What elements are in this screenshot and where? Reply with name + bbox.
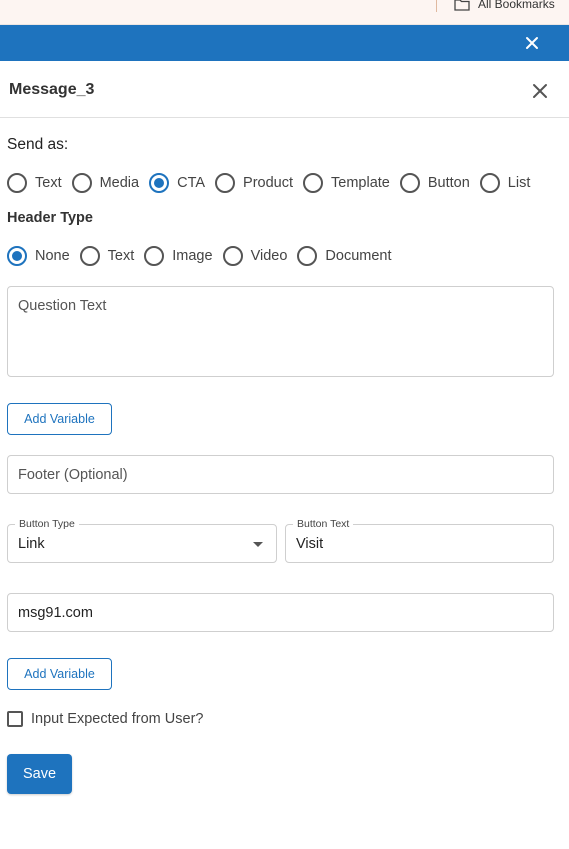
- header-type-option-image[interactable]: Image: [144, 246, 213, 266]
- header-type-radio-group: None Text Image Video Document: [7, 244, 402, 268]
- radio-icon[interactable]: [149, 173, 170, 193]
- radio-icon[interactable]: [79, 246, 100, 266]
- send-as-label: Send as:: [7, 136, 69, 153]
- radio-icon[interactable]: [215, 173, 236, 193]
- radio-icon[interactable]: [7, 173, 27, 193]
- close-icon[interactable]: [522, 33, 542, 53]
- url-value: msg91.com: [18, 604, 93, 621]
- send-as-option-label: Product: [243, 175, 294, 191]
- panel-close-icon[interactable]: [529, 80, 551, 102]
- chevron-down-icon: [253, 542, 263, 547]
- header-type-option-video[interactable]: Video: [222, 246, 288, 266]
- bookmarks-bar: All Bookmarks: [0, 0, 569, 25]
- radio-icon[interactable]: [71, 173, 92, 193]
- all-bookmarks-button[interactable]: All Bookmarks: [454, 0, 555, 12]
- radio-icon[interactable]: [7, 246, 27, 266]
- header-type-option-label: Document: [325, 248, 392, 264]
- button-type-select[interactable]: Button Type Link: [7, 518, 277, 563]
- header-type-option-none[interactable]: None: [7, 246, 70, 266]
- send-as-option-label: Template: [331, 175, 390, 191]
- header-type-option-label: Image: [172, 248, 213, 264]
- header-type-label: Header Type: [7, 210, 93, 226]
- header-type-option-document[interactable]: Document: [297, 246, 392, 266]
- add-variable-button[interactable]: Add Variable: [7, 403, 112, 435]
- header-type-option-label: Text: [107, 248, 135, 264]
- radio-icon[interactable]: [399, 173, 420, 193]
- panel-title: Message_3: [9, 81, 95, 98]
- bookmarks-separator: [436, 0, 437, 12]
- send-as-option-list[interactable]: List: [479, 173, 531, 193]
- button-type-value: Link: [18, 535, 45, 552]
- send-as-option-template[interactable]: Template: [303, 173, 390, 193]
- footer-field[interactable]: Footer (Optional): [7, 455, 554, 494]
- input-expected-checkbox[interactable]: [7, 711, 23, 727]
- send-as-option-label: CTA: [177, 175, 206, 191]
- send-as-option-cta[interactable]: CTA: [149, 173, 205, 193]
- save-button[interactable]: Save: [7, 754, 72, 794]
- header-type-option-text[interactable]: Text: [79, 246, 135, 266]
- send-as-option-button[interactable]: Button: [399, 173, 470, 193]
- radio-icon[interactable]: [479, 173, 500, 193]
- drawer-top-bar: [0, 25, 569, 61]
- input-expected-label: Input Expected from User?: [31, 711, 204, 727]
- send-as-radio-group: Text Media CTA Product Template Button List: [7, 171, 540, 195]
- all-bookmarks-label: All Bookmarks: [478, 0, 555, 11]
- add-variable-url-button[interactable]: Add Variable: [7, 658, 112, 690]
- radio-icon[interactable]: [297, 246, 318, 266]
- radio-icon[interactable]: [144, 246, 165, 266]
- header-type-option-label: Video: [250, 248, 288, 264]
- send-as-option-text[interactable]: Text: [7, 173, 62, 193]
- header-type-option-label: None: [35, 248, 70, 264]
- panel-header: Message_3: [0, 61, 569, 118]
- send-as-option-product[interactable]: Product: [215, 173, 293, 193]
- footer-placeholder: Footer (Optional): [18, 466, 128, 483]
- question-text-placeholder: Question Text: [18, 298, 107, 314]
- button-text-field[interactable]: Button Text Visit: [285, 518, 554, 563]
- radio-icon[interactable]: [303, 173, 324, 193]
- input-expected-checkbox-row[interactable]: Input Expected from User?: [7, 711, 203, 727]
- button-text-label: Button Text: [293, 518, 354, 531]
- button-type-label: Button Type: [15, 518, 79, 531]
- question-text-field[interactable]: Question Text: [7, 286, 554, 377]
- send-as-option-label: List: [507, 175, 531, 191]
- send-as-option-label: Media: [99, 175, 140, 191]
- folder-icon: [454, 0, 470, 11]
- send-as-option-label: Text: [35, 175, 62, 191]
- url-field[interactable]: msg91.com: [7, 593, 554, 632]
- send-as-option-media[interactable]: Media: [71, 173, 140, 193]
- send-as-option-label: Button: [427, 175, 470, 191]
- button-text-value: Visit: [296, 535, 324, 552]
- radio-icon[interactable]: [222, 246, 243, 266]
